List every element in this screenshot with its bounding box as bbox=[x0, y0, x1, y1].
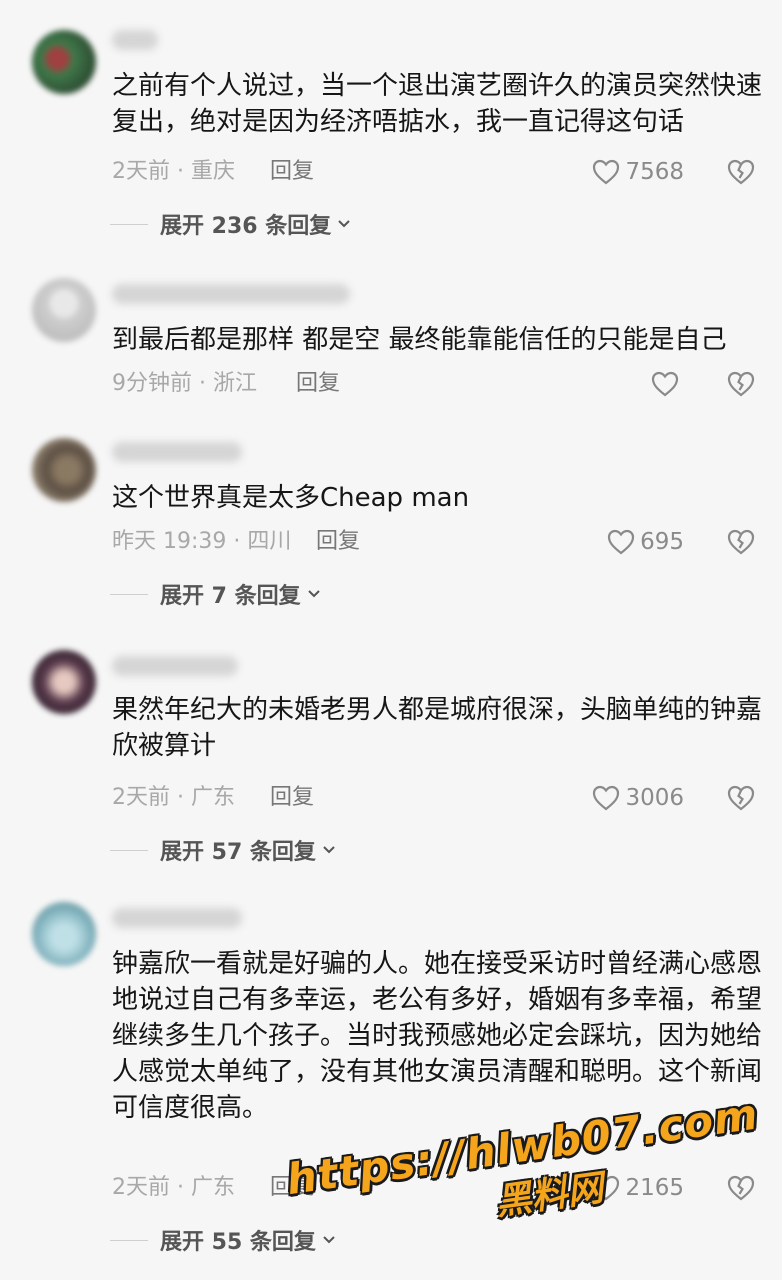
dislike-button[interactable] bbox=[726, 784, 756, 816]
avatar[interactable] bbox=[32, 902, 96, 966]
comment-meta: 昨天 19:39 · 四川 bbox=[112, 529, 292, 554]
comment-text: 果然年纪大的未婚老男人都是城府很深，头脑单纯的钟嘉欣被算计 bbox=[112, 695, 763, 761]
comment-meta: 9分钟前 · 浙江 bbox=[112, 371, 257, 396]
username-blurred[interactable] bbox=[112, 656, 238, 676]
avatar[interactable] bbox=[32, 278, 96, 342]
heart-outline-icon bbox=[651, 371, 679, 397]
broken-heart-icon bbox=[727, 785, 755, 811]
comment-text: 这个世界真是太多Cheap man bbox=[112, 483, 470, 513]
like-button[interactable]: 3006 bbox=[591, 784, 684, 812]
chevron-down-icon bbox=[307, 590, 320, 598]
comment-meta: 2天前 · 广东 bbox=[112, 1175, 235, 1200]
expand-replies[interactable]: 展开 236 条回复 bbox=[110, 208, 351, 240]
chevron-down-icon bbox=[338, 220, 350, 228]
avatar[interactable] bbox=[32, 438, 96, 502]
username-blurred[interactable] bbox=[112, 442, 242, 462]
comment-text: 钟嘉欣一看就是好骗的人。她在接受采访时曾经满心感恩地说过自己有多幸运，老公有多好… bbox=[112, 949, 763, 1123]
reply-button[interactable]: 回复 bbox=[270, 784, 314, 812]
avatar[interactable] bbox=[32, 650, 96, 714]
comment-meta: 2天前 · 广东 bbox=[112, 785, 235, 810]
dislike-button[interactable] bbox=[726, 158, 756, 190]
heart-outline-icon bbox=[593, 159, 620, 185]
expand-replies[interactable]: 展开 57 条回复 bbox=[110, 834, 336, 866]
chevron-down-icon bbox=[323, 846, 335, 854]
username-blurred[interactable] bbox=[112, 908, 242, 928]
heart-outline-icon bbox=[607, 529, 635, 555]
expand-replies-label: 展开 7 条回复 bbox=[160, 584, 301, 609]
reply-button[interactable]: 回复 bbox=[316, 528, 360, 556]
comment-text: 到最后都是那样 都是空 最终能靠能信任的只能是自己 bbox=[112, 325, 727, 355]
comment-meta: 2天前 · 重庆 bbox=[112, 159, 235, 184]
expand-replies-label: 展开 55 条回复 bbox=[160, 1230, 316, 1255]
divider-line bbox=[110, 593, 148, 595]
like-count: 3006 bbox=[625, 785, 684, 811]
reply-button[interactable]: 回复 bbox=[296, 370, 340, 398]
like-button[interactable]: 695 bbox=[606, 528, 684, 556]
broken-heart-icon bbox=[727, 159, 755, 185]
expand-replies-label: 展开 57 条回复 bbox=[160, 840, 316, 865]
divider-line bbox=[110, 223, 148, 225]
broken-heart-icon bbox=[727, 529, 755, 555]
like-button[interactable] bbox=[650, 370, 684, 398]
broken-heart-icon bbox=[727, 371, 755, 397]
dislike-button[interactable] bbox=[726, 370, 756, 402]
heart-outline-icon bbox=[593, 785, 620, 811]
divider-line bbox=[110, 1239, 148, 1241]
avatar[interactable] bbox=[32, 30, 96, 94]
reply-button[interactable]: 回复 bbox=[270, 158, 314, 186]
like-count: 7568 bbox=[625, 159, 684, 185]
dislike-button[interactable] bbox=[726, 528, 756, 560]
username-blurred[interactable] bbox=[112, 30, 158, 50]
divider-line bbox=[110, 849, 148, 851]
like-button[interactable]: 7568 bbox=[591, 158, 684, 186]
like-count: 695 bbox=[640, 529, 684, 555]
expand-replies-label: 展开 236 条回复 bbox=[160, 214, 332, 239]
username-blurred[interactable] bbox=[112, 284, 350, 304]
comment-text: 之前有个人说过，当一个退出演艺圈许久的演员突然快速复出，绝对是因为经济唔掂水，我… bbox=[112, 71, 763, 137]
expand-replies[interactable]: 展开 7 条回复 bbox=[110, 578, 321, 610]
